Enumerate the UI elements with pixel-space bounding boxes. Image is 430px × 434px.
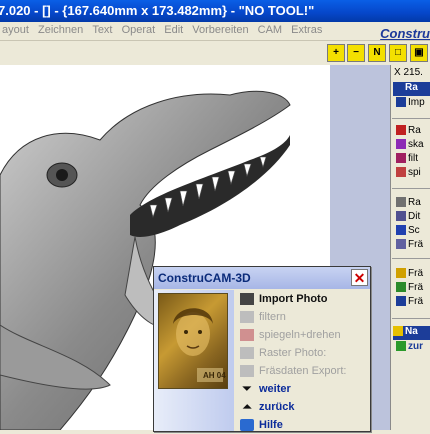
dialog-titlebar: ConstruCAM-3D ✕ bbox=[154, 267, 370, 289]
mirror-icon bbox=[396, 167, 406, 178]
import-photo-button[interactable]: Import Photo bbox=[240, 291, 327, 308]
menu-text[interactable]: Text bbox=[90, 22, 116, 36]
zoom-fit-icon[interactable]: N bbox=[368, 44, 386, 62]
panel-divider bbox=[392, 118, 430, 119]
import-photo-icon bbox=[240, 293, 254, 306]
panel-item-mill-2[interactable]: Frä bbox=[396, 282, 423, 296]
panel-item-mill-3[interactable]: Frä bbox=[396, 296, 423, 310]
toolbar: + − N □ ▣ bbox=[0, 41, 430, 65]
panel-label: zur bbox=[408, 341, 423, 352]
panel-label: filt bbox=[408, 153, 418, 164]
construcam-dialog: ConstruCAM-3D ✕ AH 04 Import Photo filte… bbox=[153, 266, 371, 432]
panel-label: Imp bbox=[408, 97, 425, 108]
filter-icon bbox=[240, 311, 254, 324]
back-button[interactable]: ⏶ zurück bbox=[240, 399, 295, 416]
menu-edit[interactable]: Edit bbox=[162, 22, 187, 36]
check-icon bbox=[396, 341, 406, 352]
photo-preview: AH 04 bbox=[158, 293, 228, 389]
panel-divider bbox=[392, 318, 430, 319]
item-label: Raster Photo: bbox=[259, 347, 327, 359]
tool-icon bbox=[396, 268, 406, 279]
close-icon[interactable]: ✕ bbox=[351, 269, 368, 286]
menu-operat[interactable]: Operat bbox=[120, 22, 160, 36]
menu-vorbereiten[interactable]: Vorbereiten bbox=[190, 22, 252, 36]
mill-icon bbox=[396, 282, 406, 293]
panel-label: ska bbox=[408, 139, 424, 150]
panel-label: Frä bbox=[408, 268, 423, 279]
panel-item-next[interactable]: Na bbox=[393, 326, 430, 340]
panel-item-back[interactable]: zur bbox=[396, 341, 423, 355]
panel-item-mirror[interactable]: spi bbox=[396, 167, 421, 181]
dither-icon bbox=[396, 211, 406, 222]
panel-item-scale[interactable]: ska bbox=[396, 139, 424, 153]
panel-label: spi bbox=[408, 167, 421, 178]
zoom-all-icon[interactable]: ▣ bbox=[410, 44, 428, 62]
mill-export-button[interactable]: Fräsdaten Export: bbox=[240, 363, 346, 380]
export-icon bbox=[240, 365, 254, 378]
panel-label: Sc bbox=[408, 225, 420, 236]
chevron-down-icon: ⏷ bbox=[242, 383, 252, 396]
raster-icon bbox=[396, 197, 406, 208]
item-label: Hilfe bbox=[259, 419, 283, 431]
item-label: filtern bbox=[259, 311, 286, 323]
item-label: Import Photo bbox=[259, 293, 328, 305]
panel-label: Na bbox=[405, 326, 418, 337]
header-icon bbox=[393, 82, 403, 93]
coordinate-readout: X 215. bbox=[394, 67, 423, 78]
dialog-title: ConstruCAM-3D bbox=[158, 271, 251, 285]
window-title: 7.020 - [] - {167.640mm x 173.482mm} - "… bbox=[0, 3, 315, 18]
panel-label: Ra bbox=[405, 82, 418, 93]
mirror-icon bbox=[240, 329, 254, 342]
panel-item-tool[interactable]: Frä bbox=[396, 268, 423, 282]
item-label: Fräsdaten Export: bbox=[259, 365, 347, 377]
scan-icon bbox=[396, 225, 406, 236]
mirror-rotate-button[interactable]: spiegeln+drehen bbox=[240, 327, 341, 344]
window-titlebar: 7.020 - [] - {167.640mm x 173.482mm} - "… bbox=[0, 0, 430, 22]
panel-item-mill[interactable]: Frä bbox=[396, 239, 423, 253]
panel-label: Frä bbox=[408, 239, 423, 250]
scale-icon bbox=[396, 139, 406, 150]
brand-link[interactable]: Constru bbox=[380, 26, 430, 41]
menu-extras[interactable]: Extras bbox=[289, 22, 326, 36]
zoom-in-icon[interactable]: + bbox=[327, 44, 345, 62]
dialog-preview-pane: AH 04 bbox=[154, 290, 234, 431]
mill-icon bbox=[396, 239, 406, 250]
panel-label: Ra bbox=[408, 197, 421, 208]
menu-zeichnen[interactable]: Zeichnen bbox=[36, 22, 87, 36]
mill-icon bbox=[396, 296, 406, 307]
item-label: weiter bbox=[259, 383, 291, 395]
panel-item-scan[interactable]: Sc bbox=[396, 225, 420, 239]
menu-bar: ayout Zeichnen Text Operat Edit Vorberei… bbox=[0, 22, 430, 41]
item-label: spiegeln+drehen bbox=[259, 329, 341, 341]
panel-divider bbox=[392, 188, 430, 189]
import-icon bbox=[396, 97, 406, 108]
panel-label: Dit bbox=[408, 211, 421, 222]
raster-icon bbox=[396, 125, 406, 136]
panel-item-import[interactable]: Imp bbox=[396, 97, 425, 111]
item-label: zurück bbox=[259, 401, 295, 413]
zoom-window-icon[interactable]: □ bbox=[389, 44, 407, 62]
raster-photo-button[interactable]: Raster Photo: bbox=[240, 345, 326, 362]
filter-button[interactable]: filtern bbox=[240, 309, 286, 326]
panel-divider bbox=[392, 258, 430, 259]
zoom-out-icon[interactable]: − bbox=[347, 44, 365, 62]
menu-cam[interactable]: CAM bbox=[256, 22, 286, 36]
raster-icon bbox=[240, 347, 254, 360]
next-button[interactable]: ⏷ weiter bbox=[240, 381, 291, 398]
menu-layout[interactable]: ayout bbox=[0, 22, 33, 36]
next-icon bbox=[393, 326, 403, 337]
photo-caption: AH 04 bbox=[203, 371, 226, 380]
help-icon bbox=[240, 419, 254, 432]
panel-item-filter[interactable]: filt bbox=[396, 153, 418, 167]
panel-label: Frä bbox=[408, 282, 423, 293]
panel-item-raster[interactable]: Ra bbox=[396, 125, 421, 139]
filter-icon bbox=[396, 153, 406, 164]
panel-header: Ra bbox=[393, 82, 430, 96]
help-button[interactable]: Hilfe bbox=[240, 417, 283, 434]
panel-item-dither[interactable]: Dit bbox=[396, 211, 420, 225]
panel-label: Frä bbox=[408, 296, 423, 307]
panel-label: Ra bbox=[408, 125, 421, 136]
panel-item-raster-2[interactable]: Ra bbox=[396, 197, 421, 211]
chevron-up-icon: ⏶ bbox=[242, 401, 252, 414]
